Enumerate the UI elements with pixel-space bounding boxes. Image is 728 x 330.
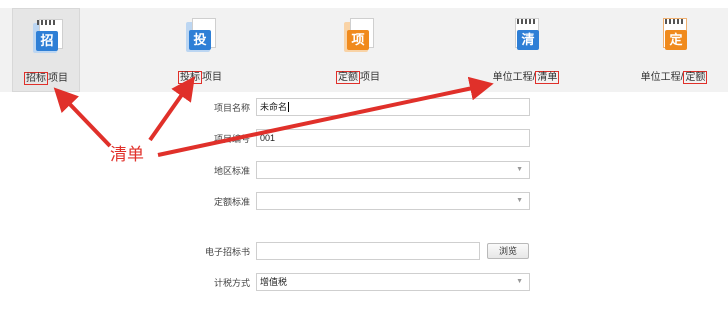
annotation-arrows [53, 76, 494, 157]
arrow-to-bid [148, 76, 195, 142]
arrow-to-tender [53, 87, 112, 148]
arrow-to-bill [157, 76, 494, 157]
